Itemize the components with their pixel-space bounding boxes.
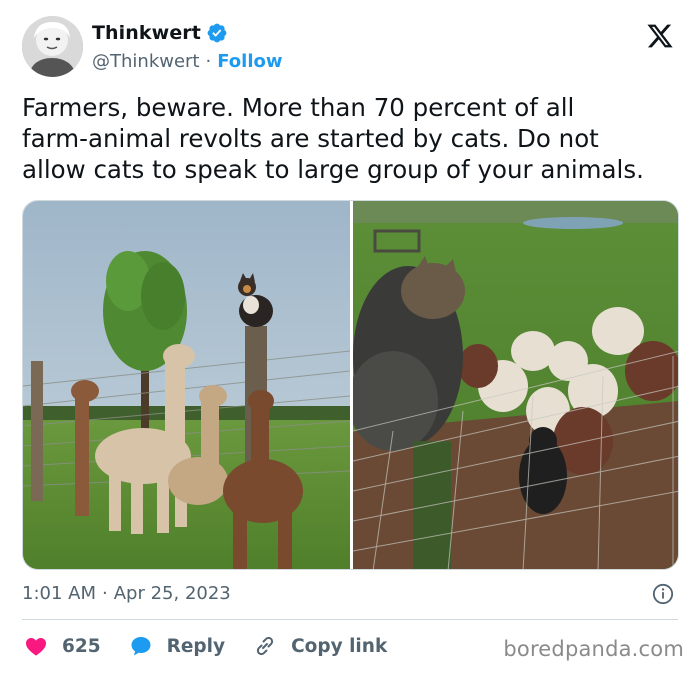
tweet-header: Thinkwert @Thinkwert · Follow xyxy=(22,16,678,78)
like-button[interactable]: 625 xyxy=(24,634,101,658)
divider xyxy=(22,619,678,620)
tweet-time: 1:01 AM xyxy=(22,583,96,604)
tweet-text: Farmers, beware. More than 70 percent of… xyxy=(22,92,682,185)
copy-link-label: Copy link xyxy=(291,635,388,657)
timestamp[interactable]: 1:01 AM · Apr 25, 2023 xyxy=(22,583,231,604)
tweet-text-line: Farmers, beware. More than 70 percent of… xyxy=(22,93,575,122)
avatar[interactable] xyxy=(22,16,83,77)
cat-with-sheep-at-fence-photo[interactable] xyxy=(353,201,678,569)
alpacas-with-cat-on-post-photo[interactable] xyxy=(23,201,350,569)
copy-link-button[interactable]: Copy link xyxy=(253,634,387,658)
reply-bubble-icon xyxy=(131,637,151,656)
tweet-date: Apr 25, 2023 xyxy=(113,583,231,604)
reply-button[interactable]: Reply xyxy=(129,634,225,658)
action-bar: 625 Reply Copy link xyxy=(24,632,415,660)
x-logo-icon[interactable] xyxy=(646,22,674,50)
tweet-media xyxy=(22,200,679,570)
display-name[interactable]: Thinkwert xyxy=(92,22,201,44)
follow-button[interactable]: Follow xyxy=(217,51,282,72)
avatar-photo xyxy=(22,16,83,77)
tweet-card: Thinkwert @Thinkwert · Follow Farmers, b… xyxy=(0,0,700,673)
handle-row: @Thinkwert · Follow xyxy=(92,51,283,72)
link-icon xyxy=(256,636,274,656)
heart-icon xyxy=(26,638,46,656)
verified-badge-icon xyxy=(207,23,227,43)
handle[interactable]: @Thinkwert xyxy=(92,51,200,72)
tweet-text-line: allow cats to speak to large group of yo… xyxy=(22,155,644,184)
name-row: Thinkwert xyxy=(92,22,228,44)
separator-dot: · xyxy=(205,51,212,72)
like-count: 625 xyxy=(62,635,101,657)
reply-label: Reply xyxy=(166,635,226,657)
watermark: boredpanda.com xyxy=(503,637,684,661)
info-icon[interactable] xyxy=(652,583,674,605)
tweet-text-line: farm-animal revolts are started by cats.… xyxy=(22,124,599,153)
separator-dot: · xyxy=(102,583,108,604)
